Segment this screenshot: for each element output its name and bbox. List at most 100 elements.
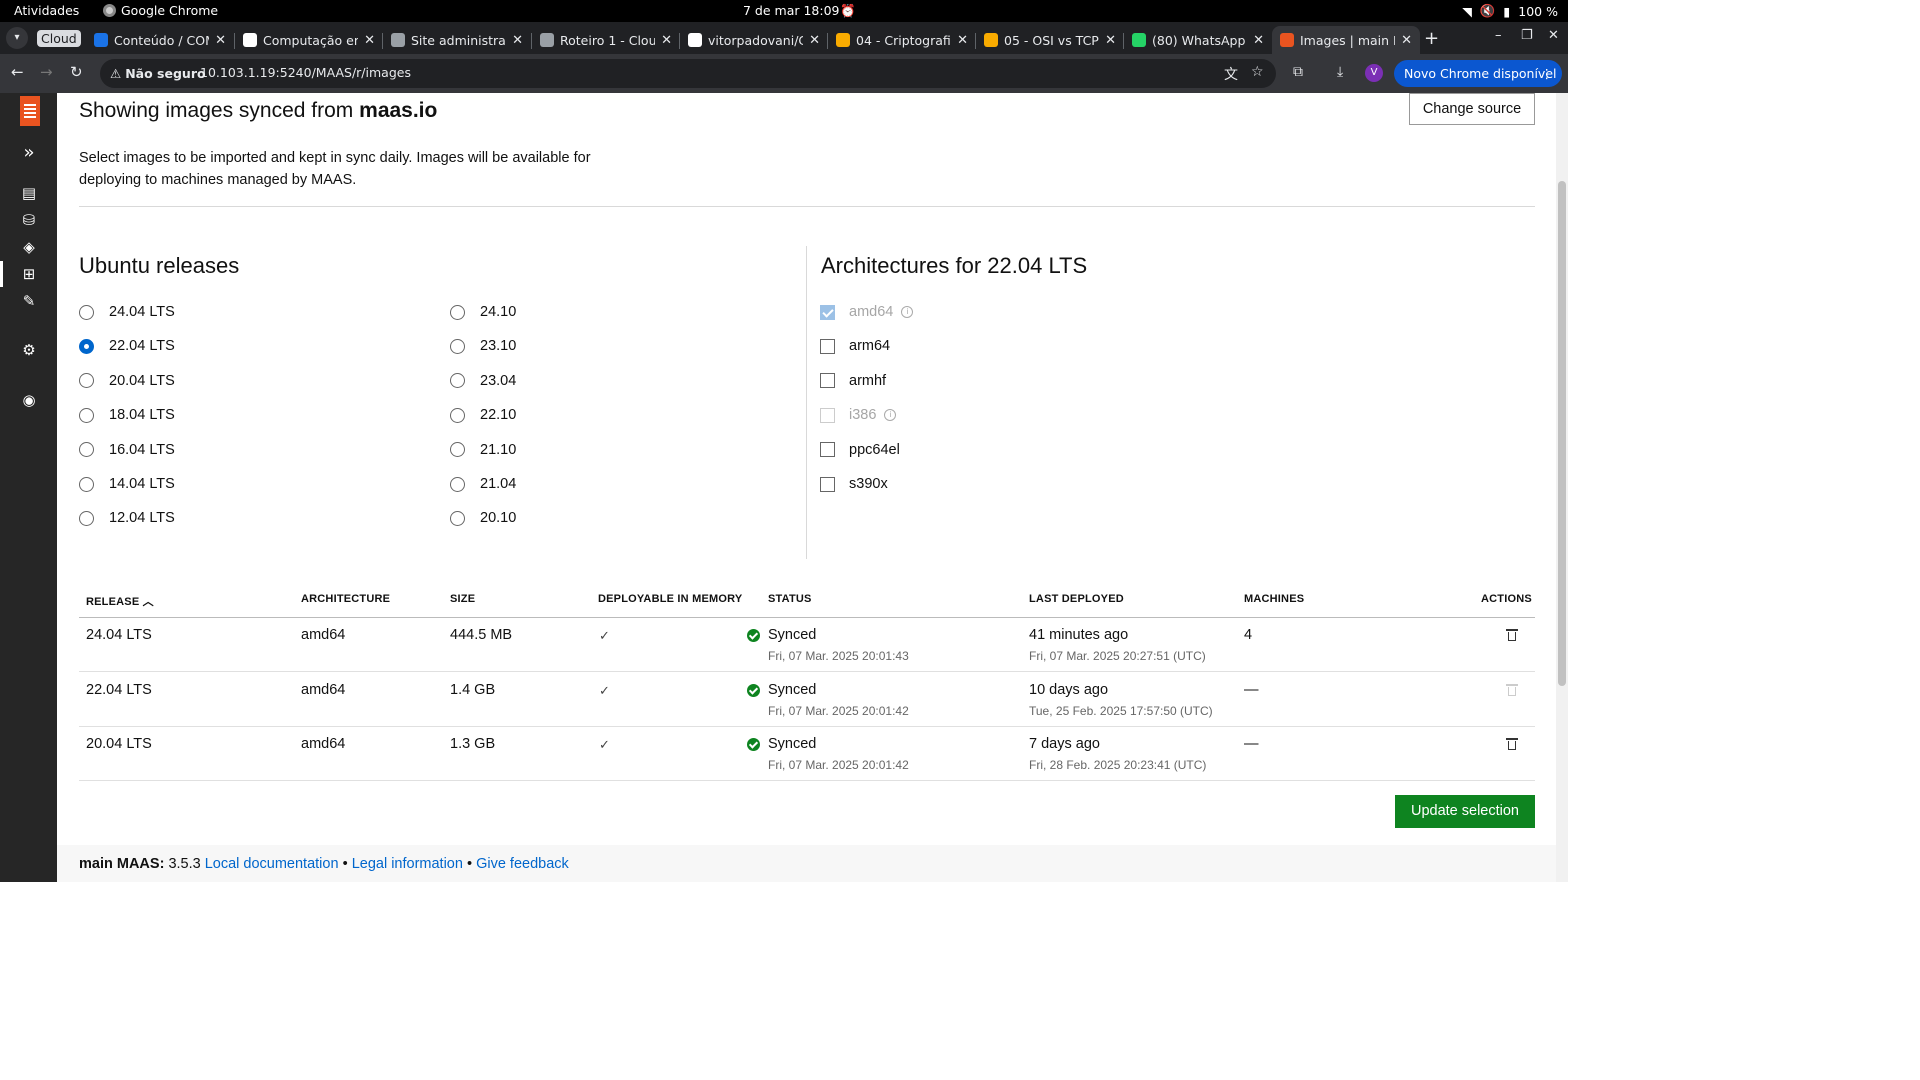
browser-tab[interactable]: 04 - Criptografia ✕ [828, 26, 976, 54]
release-option[interactable]: 22.04 LTS [79, 338, 175, 354]
machines-icon[interactable]: ▤ [18, 182, 40, 204]
reload-button[interactable]: ↻ [70, 63, 83, 81]
radio-button[interactable] [450, 510, 465, 526]
browser-tab[interactable]: Roteiro 1 - Clouc ✕ [532, 26, 680, 54]
extensions-icon[interactable]: ⧉ [1293, 64, 1303, 80]
release-option[interactable]: 23.04 [450, 373, 516, 389]
legal-info-link[interactable]: Legal information [352, 856, 463, 872]
release-option[interactable]: 24.04 LTS [79, 304, 175, 320]
arch-option[interactable]: arm64 [820, 338, 890, 354]
browser-tab[interactable]: (80) WhatsApp ✕ [1124, 26, 1272, 54]
address-bar[interactable]: ⚠ Não seguro 10.103.1.19:5240/MAAS/r/ima… [100, 59, 1276, 88]
radio-button[interactable] [79, 304, 94, 320]
release-option[interactable]: 24.10 [450, 304, 516, 320]
release-option[interactable]: 20.10 [450, 510, 516, 526]
release-option[interactable]: 21.10 [450, 442, 516, 458]
tab-close-icon[interactable]: ✕ [809, 33, 820, 48]
update-selection-button[interactable]: Update selection [1395, 795, 1535, 828]
give-feedback-link[interactable]: Give feedback [476, 856, 569, 872]
radio-button[interactable] [450, 476, 465, 492]
checkbox[interactable] [820, 476, 835, 492]
download-icon[interactable]: ⤓ [1337, 64, 1343, 80]
browser-tab[interactable]: Computação em ✕ [235, 26, 383, 54]
radio-button[interactable] [450, 407, 465, 423]
browser-tab[interactable]: 05 - OSI vs TCP - ✕ [976, 26, 1124, 54]
info-icon[interactable]: i [884, 409, 897, 422]
arch-option[interactable]: s390x [820, 476, 888, 492]
scrollbar[interactable] [1556, 93, 1568, 882]
radio-button[interactable] [450, 338, 465, 354]
tab-close-icon[interactable]: ✕ [215, 33, 226, 48]
delete-icon[interactable] [1506, 738, 1518, 750]
radio-button[interactable] [79, 338, 94, 354]
tab-close-icon[interactable]: ✕ [1253, 33, 1264, 48]
release-option[interactable]: 22.10 [450, 407, 516, 423]
radio-button[interactable] [79, 510, 94, 526]
radio-button[interactable] [79, 476, 94, 492]
close-window-button[interactable]: ✕ [1548, 28, 1559, 43]
forward-button[interactable]: → [40, 63, 53, 81]
browser-tab[interactable]: Images | main M ✕ [1272, 26, 1420, 54]
minimize-button[interactable]: – [1495, 28, 1502, 43]
delete-icon[interactable] [1506, 629, 1518, 641]
release-option[interactable]: 21.04 [450, 476, 516, 492]
info-icon[interactable]: i [901, 306, 914, 318]
checkbox[interactable] [820, 338, 835, 354]
translate-icon[interactable]: 文 [1224, 64, 1238, 84]
browser-tab[interactable]: Site administrat ✕ [383, 26, 531, 54]
arch-option[interactable]: ppc64el [820, 442, 900, 458]
settings-gear-icon[interactable]: ⚙ [18, 339, 40, 361]
url-text[interactable]: 10.103.1.19:5240/MAAS/r/images [200, 65, 411, 80]
change-source-button[interactable]: Change source [1409, 93, 1535, 125]
checkbox[interactable] [820, 373, 835, 389]
release-option[interactable]: 23.10 [450, 338, 516, 354]
arch-label: s390x [849, 476, 888, 492]
expand-nav-icon[interactable]: » [18, 142, 40, 164]
tab-close-icon[interactable]: ✕ [1105, 33, 1116, 48]
release-option[interactable]: 18.04 LTS [79, 407, 175, 423]
brush-icon[interactable]: ✎ [18, 290, 40, 312]
radio-button[interactable] [79, 373, 94, 389]
bookmark-star-icon[interactable]: ☆ [1251, 64, 1264, 80]
radio-button[interactable] [450, 304, 465, 320]
tab-close-icon[interactable]: ✕ [957, 33, 968, 48]
release-option[interactable]: 12.04 LTS [79, 510, 175, 526]
checkbox[interactable] [820, 442, 835, 458]
release-option[interactable]: 14.04 LTS [79, 476, 175, 492]
maas-logo[interactable] [20, 96, 40, 126]
tab-close-icon[interactable]: ✕ [364, 33, 375, 48]
col-release[interactable]: RELEASE ︿ [86, 593, 154, 609]
radio-button[interactable] [450, 442, 465, 458]
browser-tab[interactable]: Conteúdo / COM ✕ [86, 26, 234, 54]
controllers-icon[interactable]: ⛁ [18, 209, 40, 231]
tab-close-icon[interactable]: ✕ [512, 33, 523, 48]
back-button[interactable]: ← [11, 63, 24, 81]
tab-close-icon[interactable]: ✕ [661, 33, 672, 48]
system-tray[interactable]: ◥ 🔇 ▮ 100 % [1462, 3, 1558, 19]
release-option[interactable]: 16.04 LTS [79, 442, 175, 458]
local-docs-link[interactable]: Local documentation [205, 856, 339, 872]
alarm-icon: ⏰ [840, 3, 856, 18]
scrollbar-thumb[interactable] [1558, 181, 1566, 686]
tab-group-chip[interactable]: Cloud [37, 30, 81, 47]
arch-option[interactable]: armhf [820, 373, 886, 389]
radio-button[interactable] [79, 407, 94, 423]
images-icon[interactable]: ⊞ [18, 263, 40, 285]
app-menu[interactable]: Google Chrome [103, 3, 218, 18]
account-icon[interactable]: ◉ [18, 389, 40, 411]
activities-button[interactable]: Atividades [14, 3, 79, 18]
browser-tab[interactable]: vitorpadovani/C ✕ [680, 26, 828, 54]
new-tab-button[interactable]: + [1424, 28, 1439, 49]
maximize-button[interactable]: ❐ [1521, 28, 1533, 43]
release-option[interactable]: 20.04 LTS [79, 373, 175, 389]
tab-close-icon[interactable]: ✕ [1401, 33, 1412, 48]
radio-button[interactable] [79, 442, 94, 458]
warning-icon: ⚠ [110, 66, 122, 81]
update-chrome-button[interactable]: Novo Chrome disponível ⋮ [1394, 60, 1562, 87]
clock[interactable]: 7 de mar 18:09 [743, 3, 840, 18]
profile-avatar[interactable]: V [1365, 64, 1383, 82]
radio-button[interactable] [450, 373, 465, 389]
tags-icon[interactable]: ◈ [18, 236, 40, 258]
security-chip[interactable]: ⚠ Não seguro [106, 63, 212, 84]
tab-search-button[interactable]: ▾ [6, 27, 28, 49]
